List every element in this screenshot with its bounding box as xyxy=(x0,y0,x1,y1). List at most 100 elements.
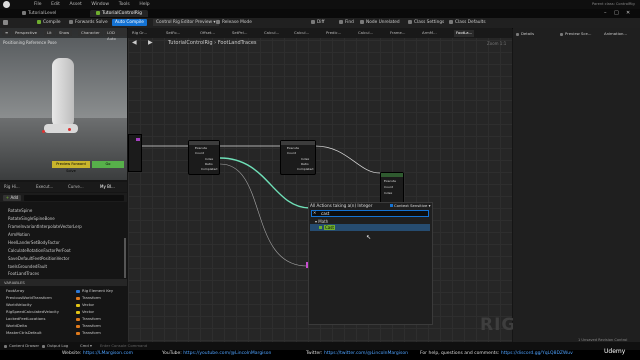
show-button[interactable]: Show xyxy=(56,30,73,36)
variable-name[interactable]: WorldDelta xyxy=(6,323,27,328)
variable-name[interactable]: FootArray xyxy=(6,288,24,293)
type-pin-icon xyxy=(76,289,80,293)
tab-tutorial-control-rig[interactable]: TutorialControlRig xyxy=(90,10,149,17)
menu-help[interactable]: Help xyxy=(139,2,149,7)
menu-window[interactable]: Window xyxy=(91,2,109,7)
variable-type[interactable]: Transform xyxy=(76,316,101,321)
compile-button[interactable]: Compile xyxy=(34,19,64,26)
twitter-link[interactable]: https://twitter.com/@LincolnMargison xyxy=(324,351,408,356)
tab-rig-hierarchy[interactable]: Rig Hi... xyxy=(4,184,20,189)
function-item[interactable]: CalculateRotationFactorPerFoot xyxy=(8,248,71,253)
foot-control-dot[interactable] xyxy=(68,128,71,131)
release-mode-button[interactable]: Release Mode xyxy=(213,19,255,26)
search-clear-icon[interactable]: ✕ xyxy=(313,210,316,215)
node-pin[interactable]: Index xyxy=(205,157,213,161)
lit-button[interactable]: Lit xyxy=(44,30,55,36)
function-item[interactable]: toeIsGroundedFault xyxy=(8,264,47,269)
tab-my-blueprint[interactable]: My Bl... xyxy=(100,184,115,189)
minimize-icon[interactable]: – xyxy=(604,10,607,16)
variable-name[interactable]: LockedFeetLocations xyxy=(6,316,45,321)
node-pin[interactable]: Index xyxy=(384,191,392,195)
variable-name[interactable]: RigSpeedCalculatedVelocity xyxy=(6,309,59,314)
tab-details[interactable]: Details xyxy=(516,31,534,36)
node-pin[interactable]: Count xyxy=(195,151,204,155)
function-item[interactable]: SaveDefaultFeetPositionVector xyxy=(8,256,69,261)
context-sensitive-checkbox[interactable]: Context Sensitive ▾ xyxy=(390,203,431,208)
node-pin[interactable]: Ratio xyxy=(205,162,213,166)
node-pin[interactable]: Completed xyxy=(201,167,217,171)
variable-type[interactable]: Vector xyxy=(76,309,94,314)
node-icon xyxy=(360,19,364,24)
function-item[interactable]: HeelLanderSetBodyFactor xyxy=(8,240,60,245)
preview-viewport[interactable]: ≡ Perspective Lit Show Character LOD Aut… xyxy=(0,28,127,180)
tab-animation[interactable]: Animation... xyxy=(604,31,627,36)
youtube-link[interactable]: https://youtube.com/@LincolnMargison xyxy=(183,351,271,356)
content-drawer-button[interactable]: Content Drawer xyxy=(4,343,39,348)
my-blueprint-search-input[interactable] xyxy=(24,195,124,201)
node-pin[interactable]: Completed xyxy=(297,167,313,171)
character-button[interactable]: Character xyxy=(78,30,103,36)
tab-tutorial-level[interactable]: TutorialLevel xyxy=(16,10,62,17)
node-pin[interactable]: Count xyxy=(287,151,296,155)
viewport-menu-button[interactable]: ≡ xyxy=(2,30,12,36)
console-command-input[interactable]: Enter Console Command xyxy=(100,343,147,348)
perspective-button[interactable]: Perspective xyxy=(12,30,40,36)
for-loop-node[interactable]: Execute Count Index Ratio Completed xyxy=(188,140,220,175)
node-pin[interactable]: Execute xyxy=(384,179,396,183)
variable-name[interactable]: WorldVelocity xyxy=(6,302,32,307)
variable-name[interactable]: MasterCtrlsDefault xyxy=(6,330,42,335)
lod-button[interactable]: LOD Auto xyxy=(104,30,127,41)
action-search-input[interactable]: cast xyxy=(311,210,429,217)
close-icon[interactable]: ✕ xyxy=(626,10,630,16)
variable-type[interactable]: Rig Element Key xyxy=(76,288,113,293)
class-defaults-button[interactable]: Class Defaults xyxy=(446,19,489,26)
add-button[interactable]: + Add xyxy=(3,195,21,201)
variables-header[interactable]: VARIABLES xyxy=(0,279,127,286)
menu-tools[interactable]: Tools xyxy=(119,2,130,7)
find-button[interactable]: Find xyxy=(336,19,357,26)
node-pin[interactable]: Count xyxy=(384,185,393,189)
website-link[interactable]: https://LMargison.com xyxy=(83,351,133,356)
ue-logo-icon[interactable] xyxy=(3,1,10,8)
function-item[interactable]: RotateSpine xyxy=(8,208,32,213)
foot-control-dot[interactable] xyxy=(42,130,45,133)
output-log-button[interactable]: Output Log xyxy=(42,343,68,348)
go-button[interactable]: Go xyxy=(92,161,124,168)
menu-edit[interactable]: Edit xyxy=(51,2,60,7)
function-item[interactable]: FootLandTraces xyxy=(8,271,39,276)
function-item[interactable]: FrameInvariantInterpolateVectorLerp xyxy=(8,224,82,229)
compile-icon xyxy=(37,19,41,24)
set-node[interactable]: Execute Count Index xyxy=(380,172,404,204)
node-unrelated-button[interactable]: Node Unrelated xyxy=(357,19,403,26)
save-icon[interactable] xyxy=(3,20,8,25)
auto-compile-button[interactable]: Auto Compile xyxy=(112,19,147,26)
node-pin[interactable]: Ratio xyxy=(301,162,309,166)
discord-link[interactable]: https://discord.gg/YqLQ8DZWuv xyxy=(501,351,573,356)
class-settings-button[interactable]: Class Settings xyxy=(405,19,447,26)
tab-execution-stack[interactable]: Execut... xyxy=(36,184,53,189)
for-loop-node[interactable]: Execute Count Index Ratio Completed xyxy=(280,140,316,175)
function-item[interactable]: RotateSingleSpineBone xyxy=(8,216,55,221)
variable-type[interactable]: Vector xyxy=(76,302,94,307)
tab-curve-container[interactable]: Curve... xyxy=(68,184,84,189)
variable-type[interactable]: Transform xyxy=(76,295,101,300)
node-pin[interactable]: Execute xyxy=(195,146,207,150)
variable-type[interactable]: Transform xyxy=(76,330,101,335)
node-pin[interactable]: Execute xyxy=(287,146,299,150)
preview-forward-solve-button[interactable]: Preview Forward Solve xyxy=(52,161,90,173)
menu-asset[interactable]: Asset xyxy=(69,2,81,7)
tab-preview-scene[interactable]: Preview Sce... xyxy=(560,31,591,36)
function-item[interactable]: ArmMotion xyxy=(8,232,30,237)
node-pin[interactable]: Index xyxy=(301,157,309,161)
variable-type[interactable]: Transform xyxy=(76,323,101,328)
menu-file[interactable]: File xyxy=(34,2,42,7)
cmd-dropdown[interactable]: Cmd ▾ xyxy=(80,343,92,348)
diff-button[interactable]: Diff xyxy=(308,19,327,26)
variable-name[interactable]: PreviousWorldTransform xyxy=(6,295,52,300)
preview-dropdown[interactable]: Control Rig Editor Preview ▾ xyxy=(153,19,219,26)
maximize-icon[interactable]: □ xyxy=(614,10,619,16)
forwards-solve-button[interactable]: Forwards Solve xyxy=(66,19,111,26)
left-panel-scrollbar[interactable] xyxy=(124,238,126,278)
action-item-cast[interactable]: Cast xyxy=(324,225,335,230)
footer-help: For help, questions and comments: https:… xyxy=(420,351,573,356)
